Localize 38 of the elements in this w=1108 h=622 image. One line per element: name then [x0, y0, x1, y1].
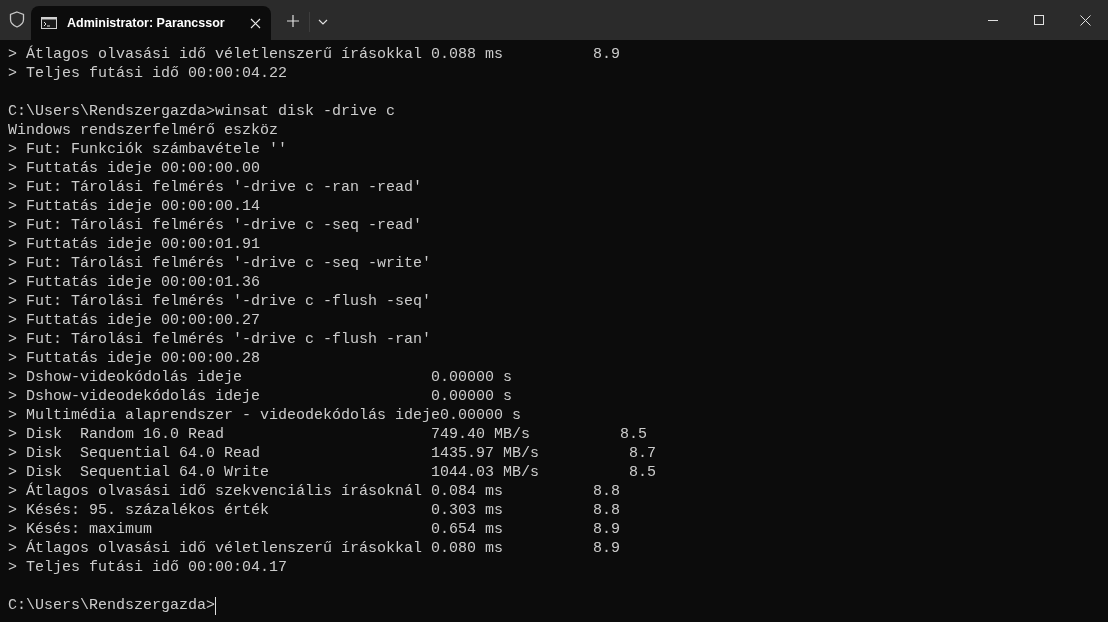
maximize-icon — [1034, 15, 1044, 25]
close-icon — [1079, 14, 1091, 26]
plus-icon[interactable] — [287, 15, 299, 27]
console-line: > Átlagos olvasási idő véletlenszerű írásokkal 0.088 ms 8.9 — [8, 45, 621, 64]
console-line: > Disk Sequential 64.0 Write 1044.03 MB/s 8.5 — [8, 463, 657, 482]
console-line: > Késés: 95. százalékos érték 0.303 ms 8.8 — [8, 501, 621, 520]
tab-title: Administrator: Parancssor — [67, 14, 226, 32]
console-line: > Teljes futási idő 00:00:04.17 — [8, 558, 288, 577]
console-line: > Futtatás ideje 00:00:00.28 — [8, 349, 261, 368]
console-line: > Fut: Tárolási felmérés '-drive c -seq -write' — [8, 254, 432, 273]
console-line: > Dshow-videodekódolás ideje 0.00000 s — [8, 387, 513, 406]
console-line: > Multimédia alaprendszer - videodekódolás ideje0.00000 s — [8, 406, 522, 425]
console-line: > Fut: Funkciók számbavétele '' — [8, 140, 288, 159]
console-line: > Futtatás ideje 00:00:01.91 — [8, 235, 261, 254]
console-line: > Futtatás ideje 00:00:00.00 — [8, 159, 261, 178]
close-icon[interactable] — [250, 17, 261, 29]
console-line: > Futtatás ideje 00:00:00.14 — [8, 197, 261, 216]
console-line: > Teljes futási idő 00:00:04.22 — [8, 64, 288, 83]
console-line: > Átlagos olvasási idő szekvenciális írásoknál 0.084 ms 8.8 — [8, 482, 621, 501]
console-line: C:\Users\Rendszergazda>winsat disk -drive c — [8, 102, 396, 121]
console-line: > Fut: Tárolási felmérés '-drive c -ran -read' — [8, 178, 423, 197]
shield-icon — [9, 11, 25, 28]
command-prompt: C:\Users\Rendszergazda> — [8, 596, 216, 615]
chevron-down-icon[interactable] — [318, 19, 328, 25]
console-line: > Fut: Tárolási felmérés '-drive c -flush -ran' — [8, 330, 432, 349]
console-line: > Disk Random 16.0 Read 749.40 MB/s 8.5 — [8, 425, 648, 444]
console-line: > Disk Sequential 64.0 Read 1435.97 MB/s 8.7 — [8, 444, 657, 463]
console-line: Windows rendszerfelmérő eszköz — [8, 121, 279, 140]
console-line: > Futtatás ideje 00:00:00.27 — [8, 311, 261, 330]
console-line: > Futtatás ideje 00:00:01.36 — [8, 273, 261, 292]
minimize-icon — [988, 19, 998, 21]
console-line: > Fut: Tárolási felmérés '-drive c -flush -seq' — [8, 292, 432, 311]
console-line: > Fut: Tárolási felmérés '-drive c -seq -read' — [8, 216, 423, 235]
console-line: > Dshow-videokódolás ideje 0.00000 s — [8, 368, 513, 387]
terminal-tab[interactable]: Administrator: Parancssor — [31, 6, 271, 40]
command-prompt-icon — [41, 17, 57, 29]
console-line: > Késés: maximum 0.654 ms 8.9 — [8, 520, 621, 539]
console-line: > Átlagos olvasási idő véletlenszerű írásokkal 0.080 ms 8.9 — [8, 539, 621, 558]
